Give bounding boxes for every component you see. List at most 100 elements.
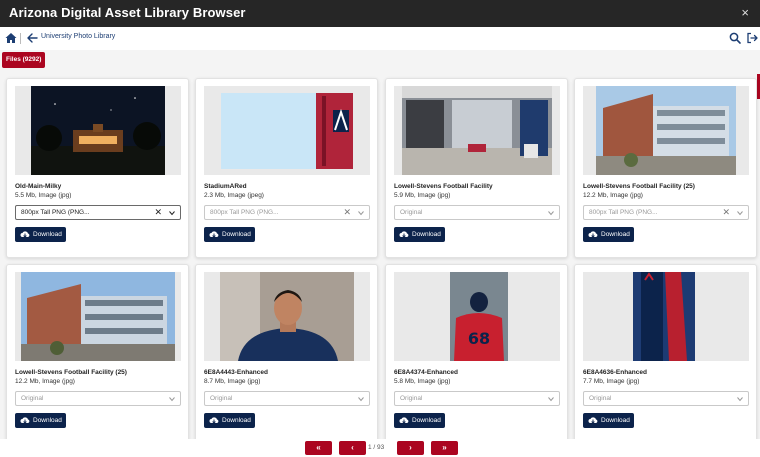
asset-meta: 12.2 Mb, Image (jpg) (583, 192, 643, 199)
format-select[interactable]: 800px Tall PNG (PNG... ✕ (204, 205, 370, 220)
asset-card[interactable]: StadiumARed 2.3 Mb, Image (jpeg) 800px T… (195, 78, 378, 258)
first-page-button[interactable]: « (305, 441, 332, 455)
asset-name: Lowell-Stevens Football Facility (25) (15, 369, 127, 376)
next-page-button[interactable]: › (397, 441, 424, 455)
download-label: Download (33, 231, 62, 238)
format-select-value: 800px Tall PNG (PNG... (21, 209, 90, 216)
page-indicator: 1 / 93 (368, 444, 385, 451)
arizona-banner-image (583, 272, 749, 361)
download-label: Download (222, 417, 251, 424)
download-button[interactable]: Download (394, 413, 445, 428)
home-icon[interactable] (4, 31, 18, 45)
chevron-down-icon (548, 211, 554, 216)
window-title: Arizona Digital Asset Library Browser (9, 5, 246, 20)
asset-meta: 8.7 Mb, Image (jpg) (204, 378, 261, 385)
clear-icon[interactable]: ✕ (154, 207, 162, 218)
asset-thumbnail[interactable] (15, 86, 181, 175)
search-icon[interactable] (728, 31, 742, 45)
asset-thumbnail[interactable] (15, 272, 181, 361)
download-label: Download (601, 417, 630, 424)
asset-name: Lowell-Stevens Football Facility (25) (583, 183, 695, 190)
asset-thumbnail[interactable] (583, 272, 749, 361)
asset-name: Lowell-Stevens Football Facility (394, 183, 493, 190)
stadium-a-image (204, 86, 370, 175)
download-button[interactable]: Download (583, 413, 634, 428)
prev-page-button[interactable]: ‹ (339, 441, 366, 455)
download-button[interactable]: Download (204, 413, 255, 428)
download-label: Download (412, 231, 441, 238)
asset-card[interactable]: 68 6E8A4374-Enhanced 5.8 Mb, Image (jpg)… (385, 264, 568, 444)
format-select-value: Original (589, 395, 612, 402)
asset-name: 6E8A4636-Enhanced (583, 369, 647, 376)
format-select-value: Original (400, 395, 423, 402)
asset-meta: 5.9 Mb, Image (jpg) (394, 192, 451, 199)
download-button[interactable]: Download (204, 227, 255, 242)
asset-thumbnail[interactable] (394, 86, 560, 175)
chevron-down-icon (737, 211, 743, 216)
clear-icon[interactable]: ✕ (722, 207, 730, 218)
format-select-value: Original (21, 395, 44, 402)
asset-meta: 7.7 Mb, Image (jpg) (583, 378, 640, 385)
format-select[interactable]: Original (583, 391, 749, 406)
chevron-down-icon (358, 211, 364, 216)
asset-meta: 5.5 Mb, Image (jpg) (15, 192, 72, 199)
files-count-badge[interactable]: Files (9292) (2, 52, 46, 68)
cloud-download-icon (209, 231, 219, 238)
download-label: Download (33, 417, 62, 424)
svg-text:68: 68 (468, 329, 490, 348)
title-bar: Arizona Digital Asset Library Browser × (0, 0, 760, 27)
old-main-night-image (15, 86, 181, 175)
format-select[interactable]: Original (204, 391, 370, 406)
breadcrumb[interactable]: University Photo Library (41, 33, 115, 40)
asset-thumbnail[interactable] (204, 86, 370, 175)
asset-card[interactable]: Lowell-Stevens Football Facility (25) 12… (574, 78, 757, 258)
cloud-download-icon (209, 417, 219, 424)
asset-card[interactable]: 6E8A4636-Enhanced 7.7 Mb, Image (jpg) Or… (574, 264, 757, 444)
last-page-button[interactable]: » (431, 441, 458, 455)
format-select-value: Original (210, 395, 233, 402)
format-select-value: 800px Tall PNG (PNG... (210, 209, 279, 216)
cloud-download-icon (588, 231, 598, 238)
asset-thumbnail[interactable] (204, 272, 370, 361)
asset-meta: 5.8 Mb, Image (jpg) (394, 378, 451, 385)
format-select[interactable]: Original (394, 391, 560, 406)
chevron-down-icon (169, 397, 175, 402)
download-button[interactable]: Download (15, 227, 66, 242)
back-arrow-icon[interactable] (25, 31, 39, 45)
format-select-value: Original (400, 209, 423, 216)
asset-meta: 12.2 Mb, Image (jpg) (15, 378, 75, 385)
pagination-bar: « ‹ 1 / 93 › » (0, 439, 760, 457)
nav-bar: University Photo Library (0, 27, 760, 50)
clear-icon[interactable]: ✕ (343, 207, 351, 218)
format-select[interactable]: 800px Tall PNG (PNG... ✕ (583, 205, 749, 220)
asset-card[interactable]: Lowell-Stevens Football Facility (25) 12… (6, 264, 189, 444)
cloud-download-icon (588, 417, 598, 424)
asset-thumbnail[interactable] (583, 86, 749, 175)
asset-card[interactable]: 6E8A4443-Enhanced 8.7 Mb, Image (jpg) Or… (195, 264, 378, 444)
football-facility-exterior-image (583, 86, 749, 175)
download-button[interactable]: Download (394, 227, 445, 242)
asset-card[interactable]: Lowell-Stevens Football Facility 5.9 Mb,… (385, 78, 568, 258)
format-select[interactable]: Original (394, 205, 560, 220)
asset-name: 6E8A4443-Enhanced (204, 369, 268, 376)
asset-card[interactable]: Old-Main-Milky 5.5 Mb, Image (jpg) 800px… (6, 78, 189, 258)
nav-divider (20, 33, 21, 44)
chevron-down-icon (548, 397, 554, 402)
football-facility-exterior-image (15, 272, 181, 361)
asset-name: StadiumARed (204, 183, 247, 190)
format-select-value: 800px Tall PNG (PNG... (589, 209, 658, 216)
asset-name: Old-Main-Milky (15, 183, 62, 190)
format-select[interactable]: 800px Tall PNG (PNG... ✕ (15, 205, 181, 220)
asset-thumbnail[interactable]: 68 (394, 272, 560, 361)
cloud-download-icon (20, 231, 30, 238)
cloud-download-icon (20, 417, 30, 424)
download-button[interactable]: Download (15, 413, 66, 428)
download-label: Download (412, 417, 441, 424)
close-icon[interactable]: × (741, 5, 749, 20)
download-label: Download (222, 231, 251, 238)
asset-meta: 2.3 Mb, Image (jpeg) (204, 192, 264, 199)
format-select[interactable]: Original (15, 391, 181, 406)
chevron-down-icon (169, 211, 175, 216)
logout-icon[interactable] (745, 31, 759, 45)
download-button[interactable]: Download (583, 227, 634, 242)
